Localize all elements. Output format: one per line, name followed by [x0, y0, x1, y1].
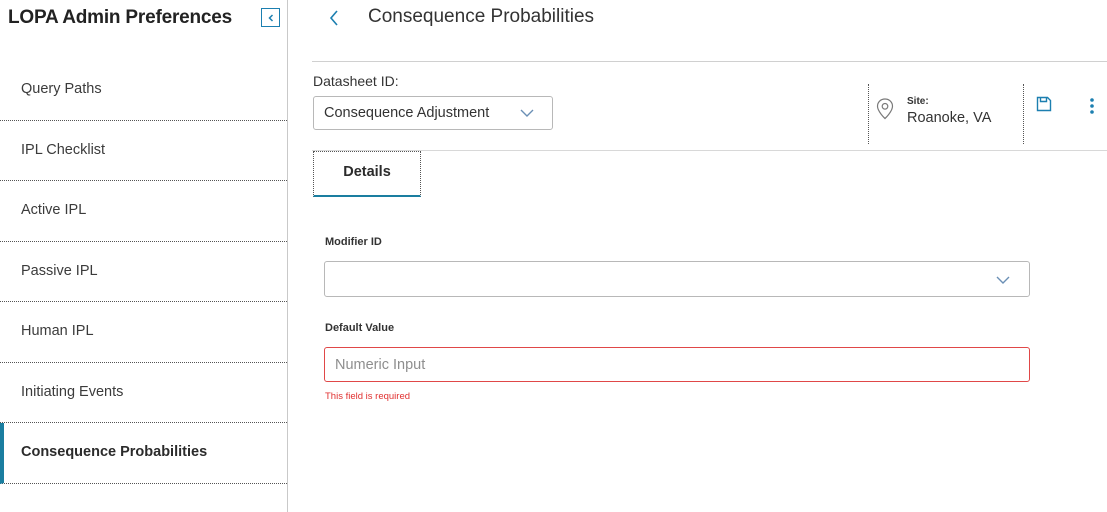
sidebar-item-label: Initiating Events	[21, 383, 124, 400]
modifier-id-select[interactable]	[324, 261, 1030, 297]
sidebar-header: LOPA Admin Preferences	[0, 0, 287, 60]
chevron-down-icon	[995, 273, 1011, 291]
sidebar-item-consequence-probabilities[interactable]: Consequence Probabilities	[0, 423, 287, 484]
default-value-input[interactable]	[324, 347, 1030, 382]
validation-error: This field is required	[325, 391, 411, 402]
page-header: Consequence Probabilities	[312, 0, 1107, 62]
sidebar-item-label: Consequence Probabilities	[21, 444, 208, 460]
sidebar-item-label: Human IPL	[21, 323, 94, 339]
datasheet-label: Datasheet ID:	[313, 73, 399, 89]
app-title: LOPA Admin Preferences	[8, 7, 233, 28]
datasheet-value: Consequence Adjustment	[324, 105, 490, 121]
sidebar-item-label: Query Paths	[21, 81, 102, 97]
sidebar-item-label: Active IPL	[21, 202, 87, 218]
modifier-id-label: Modifier ID	[325, 236, 382, 248]
sidebar-item-label: Passive IPL	[21, 262, 98, 279]
divider	[868, 84, 869, 144]
sidebar-item-ipl-checklist[interactable]: IPL Checklist	[0, 121, 287, 181]
sidebar-item-query-paths[interactable]: Query Paths	[0, 60, 287, 121]
default-value-label: Default Value	[325, 322, 395, 334]
sidebar: LOPA Admin Preferences Query Paths IPL C…	[0, 0, 288, 512]
sidebar-item-human-ipl[interactable]: Human IPL	[0, 302, 287, 363]
save-icon[interactable]	[1036, 96, 1052, 117]
sidebar-nav: Query Paths IPL Checklist Active IPL Pas…	[0, 60, 287, 484]
datasheet-select[interactable]: Consequence Adjustment	[313, 96, 553, 130]
sidebar-item-label: IPL Checklist	[21, 141, 106, 158]
sidebar-item-active-ipl[interactable]: Active IPL	[0, 181, 287, 242]
site-label: Site:	[907, 96, 929, 107]
more-vertical-icon[interactable]	[1089, 97, 1095, 120]
tab-details[interactable]: Details	[313, 151, 421, 197]
site-value: Roanoke, VA	[907, 110, 992, 126]
divider	[312, 150, 1107, 151]
collapse-sidebar-icon[interactable]	[261, 8, 280, 27]
tab-label: Details	[343, 164, 391, 180]
sidebar-item-passive-ipl[interactable]: Passive IPL	[0, 242, 287, 302]
chevron-left-icon[interactable]	[324, 6, 344, 30]
page-title: Consequence Probabilities	[368, 6, 595, 27]
divider	[1023, 84, 1024, 144]
sidebar-item-initiating-events[interactable]: Initiating Events	[0, 363, 287, 423]
chevron-down-icon	[519, 106, 535, 124]
location-pin-icon	[876, 98, 894, 125]
